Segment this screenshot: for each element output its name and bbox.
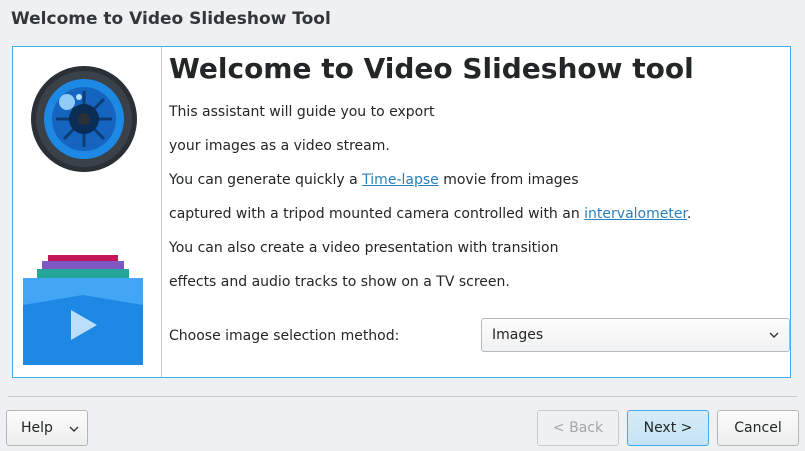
camera-lens-icon: [31, 66, 137, 172]
intro-line-3: You can generate quickly a Time-lapse mo…: [169, 172, 579, 188]
selection-method-value: Images: [492, 327, 544, 343]
side-panel: [13, 47, 162, 377]
help-button-label: Help: [21, 420, 53, 436]
intro-line-4: captured with a tripod mounted camera co…: [169, 206, 691, 222]
chevron-down-icon: [69, 426, 79, 432]
intro-line-2: your images as a video stream.: [169, 138, 390, 154]
selection-method-select[interactable]: Images: [481, 318, 790, 352]
video-folder-icon: [23, 255, 143, 365]
intro-line-4-text: captured with a tripod mounted camera co…: [169, 206, 585, 222]
intro-line-4-text-end: .: [686, 206, 692, 222]
help-button[interactable]: Help: [6, 410, 88, 446]
selection-method-label: Choose image selection method:: [169, 328, 400, 344]
page-heading: Welcome to Video Slideshow tool: [169, 52, 694, 85]
dialog-title: Welcome to Video Slideshow Tool: [11, 9, 331, 29]
intro-line-3-text: You can generate quickly a: [169, 172, 363, 188]
wizard-page: Welcome to Video Slideshow tool This ass…: [12, 46, 791, 378]
button-separator: [8, 396, 797, 397]
cancel-button[interactable]: Cancel: [717, 410, 799, 446]
chevron-down-icon: [769, 332, 779, 338]
intro-line-1: This assistant will guide you to export: [169, 104, 435, 120]
intro-line-5: You can also create a video presentation…: [169, 240, 559, 256]
intro-line-3-text-end: movie from images: [438, 172, 579, 188]
page-content: Welcome to Video Slideshow tool This ass…: [169, 47, 790, 377]
intro-line-6: effects and audio tracks to show on a TV…: [169, 274, 510, 290]
intervalometer-link[interactable]: intervalometer: [584, 206, 687, 222]
back-button[interactable]: < Back: [537, 410, 619, 446]
time-lapse-link[interactable]: Time-lapse: [362, 172, 439, 188]
next-button[interactable]: Next >: [627, 410, 709, 446]
